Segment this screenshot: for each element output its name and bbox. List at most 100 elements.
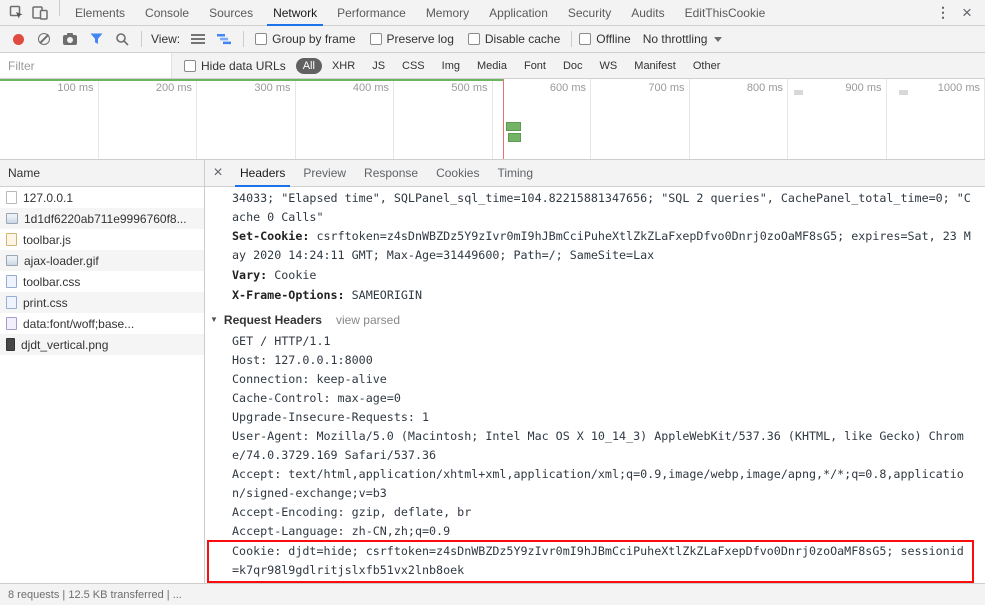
panel-tab[interactable]: Network	[263, 0, 327, 26]
request-headers-source: GET / HTTP/1.1 Host: 127.0.0.1:8000 Conn…	[205, 332, 977, 583]
toolbar-checkbox[interactable]: Group by frame	[255, 32, 356, 46]
response-header-value: SAMEORIGIN	[351, 288, 423, 302]
request-header-line: Accept-Encoding: gzip, deflate, br	[232, 505, 472, 519]
filter-pill[interactable]: All	[295, 57, 322, 74]
request-header-line: GET / HTTP/1.1	[232, 334, 331, 348]
filter-pill[interactable]: Font	[517, 58, 553, 74]
request-row[interactable]: 1d1df6220ab711e9996760f8...	[0, 208, 204, 229]
checkbox-box[interactable]	[369, 33, 382, 45]
timeline-tick-label: 600 ms	[549, 82, 586, 94]
close-details-icon[interactable]: ×	[205, 160, 231, 186]
checkbox-box[interactable]	[579, 33, 592, 45]
filter-pill[interactable]: CSS	[395, 58, 432, 74]
network-filter-bar: Hide data URLs All XHR JS CSS Img Media …	[0, 53, 985, 79]
toolbar-checkbox[interactable]: Preserve log	[369, 32, 454, 46]
panel-tab-label: Security	[567, 5, 612, 20]
filter-pill[interactable]: WS	[593, 58, 625, 74]
hide-data-urls-checkbox[interactable]: Hide data URLs	[184, 59, 286, 73]
request-row[interactable]: djdt_vertical.png	[0, 334, 204, 355]
summary-text: 8 requests | 12.5 KB transferred | ...	[8, 588, 182, 601]
request-row[interactable]: data:font/woff;base...	[0, 313, 204, 334]
request-row[interactable]: 127.0.0.1	[0, 187, 204, 208]
details-tab[interactable]: Preview	[294, 160, 355, 186]
panel-tab-label: Application	[489, 5, 548, 20]
details-tab[interactable]: Cookies	[427, 160, 488, 186]
request-header-line: Upgrade-Insecure-Requests: 1	[232, 410, 430, 424]
response-header-overflow-text: 34033; "Elapsed time", SQLPanel_sql_time…	[232, 191, 971, 224]
panel-tab[interactable]: Console	[135, 0, 199, 25]
panel-tab[interactable]: Application	[479, 0, 558, 25]
request-header-line: Cookie: djdt=hide; csrftoken=z4sDnWBZDz5…	[207, 540, 974, 583]
request-header-line: Host: 127.0.0.1:8000	[232, 353, 373, 367]
checkbox-box[interactable]	[467, 33, 480, 45]
request-row[interactable]: ajax-loader.gif	[0, 250, 204, 271]
request-row[interactable]: print.css	[0, 292, 204, 313]
devtools-left-icons	[0, 0, 54, 25]
network-summary-bar: 8 requests | 12.5 KB transferred | ...	[0, 583, 985, 605]
close-devtools-icon[interactable]: ×	[955, 1, 979, 25]
view-parsed-link[interactable]: view parsed	[336, 311, 400, 329]
request-row[interactable]: toolbar.css	[0, 271, 204, 292]
capture-screenshots-icon[interactable]	[58, 27, 82, 51]
waterfall-bar	[508, 133, 521, 142]
timeline-tick-label: 300 ms	[254, 82, 291, 94]
disclosure-triangle-icon[interactable]: ▼	[210, 311, 218, 329]
timeline-tick: 700 ms	[591, 79, 690, 159]
device-toolbar-icon[interactable]	[28, 1, 52, 25]
timeline-overview[interactable]: 100 ms 200 ms 300 ms 400 ms 500 ms 600 m…	[0, 79, 985, 160]
request-header-line: Connection: keep-alive	[232, 372, 387, 386]
panel-tab[interactable]: Sources	[199, 0, 263, 25]
checkbox-box[interactable]	[184, 59, 196, 72]
clear-network-log-icon[interactable]	[32, 27, 56, 51]
filter-pill[interactable]: Other	[686, 58, 728, 74]
panel-tab[interactable]: EditThisCookie	[675, 0, 776, 25]
panel-tab[interactable]: Memory	[416, 0, 479, 25]
checkbox-label: Disable cache	[484, 32, 561, 46]
timeline-tick-label: 800 ms	[746, 82, 783, 94]
inspect-element-icon[interactable]	[4, 1, 28, 25]
timeline-tick: 300 ms	[197, 79, 296, 159]
panel-tab-label: Memory	[425, 5, 470, 20]
request-header-line: Accept: text/html,application/xhtml+xml,…	[232, 467, 964, 500]
details-tab[interactable]: Timing	[488, 160, 542, 186]
panel-tab[interactable]: Security	[558, 0, 621, 25]
timeline-tick-label: 100 ms	[57, 82, 94, 94]
panel-tab-label: Network	[273, 5, 318, 20]
large-request-rows-icon[interactable]	[186, 27, 210, 51]
filter-funnel-icon[interactable]	[84, 27, 108, 51]
show-overview-icon[interactable]	[212, 27, 236, 51]
filter-pill[interactable]: XHR	[325, 58, 362, 74]
panel-tab[interactable]: Performance	[327, 0, 416, 25]
chevron-down-icon	[714, 36, 723, 42]
filter-pill[interactable]: JS	[365, 58, 392, 74]
filter-input[interactable]	[0, 53, 172, 78]
timeline-tick: 400 ms	[296, 79, 394, 159]
request-row[interactable]: toolbar.js	[0, 229, 204, 250]
record-network-log-icon[interactable]	[6, 27, 30, 51]
checkbox-label: Preserve log	[386, 32, 454, 46]
timeline-tick: 200 ms	[99, 79, 197, 159]
details-tab-label: Timing	[497, 166, 534, 180]
search-icon[interactable]	[110, 27, 134, 51]
toolbar-checkbox[interactable]: Disable cache	[467, 32, 561, 46]
offline-checkbox[interactable]: Offline	[579, 32, 631, 46]
details-tabs: Headers Preview Response Cookies Timing	[231, 160, 542, 187]
panel-tab[interactable]: Elements	[65, 0, 135, 25]
timeline-tick-label: 500 ms	[451, 82, 488, 94]
filter-pill[interactable]: Media	[470, 58, 514, 74]
request-name: djdt_vertical.png	[21, 337, 109, 352]
filter-pill[interactable]: Img	[435, 58, 467, 74]
details-tab[interactable]: Response	[355, 160, 427, 186]
filter-pill[interactable]: Doc	[556, 58, 590, 74]
name-column-header[interactable]: Name	[0, 160, 204, 187]
filter-pill[interactable]: Manifest	[627, 58, 683, 74]
file-type-icon	[6, 296, 17, 309]
panel-tab[interactable]: Audits	[621, 0, 674, 25]
timeline-tick-label: 700 ms	[648, 82, 685, 94]
resource-type-filters: All XHR JS CSS Img Media Font Doc WS Man…	[295, 57, 728, 74]
checkbox-box[interactable]	[255, 33, 268, 45]
toolbar-divider	[141, 31, 142, 47]
more-options-icon[interactable]: ⋮	[931, 1, 955, 25]
details-tab[interactable]: Headers	[231, 160, 294, 187]
throttling-dropdown[interactable]: No throttling	[643, 32, 723, 46]
